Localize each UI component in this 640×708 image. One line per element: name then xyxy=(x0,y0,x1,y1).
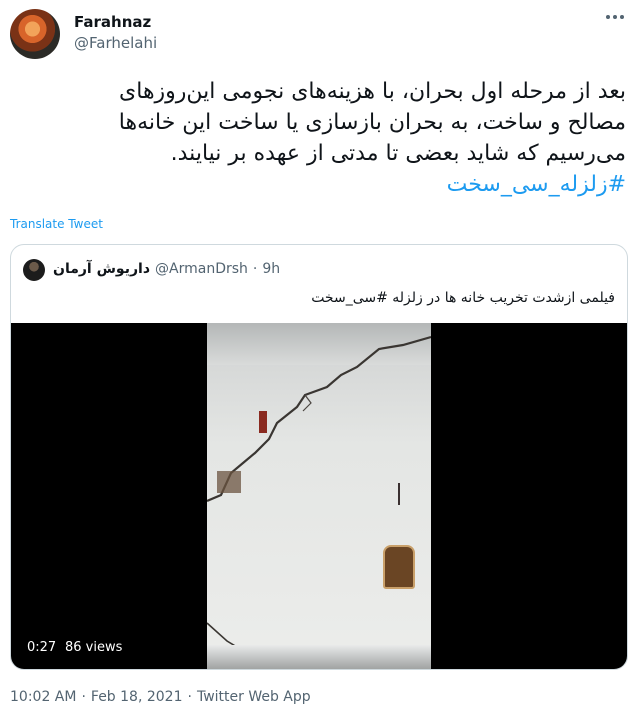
quoted-author-name[interactable]: داریوش آرمان xyxy=(53,260,150,278)
quoted-text: فیلمی ازشدت تخریب خانه ها در زلزله #سی_س… xyxy=(311,290,615,306)
tweet-text: بعد از مرحله اول بحران، با هزینه‌های نجو… xyxy=(118,79,626,166)
tweet-hashtag[interactable]: #زلزله_سی_سخت xyxy=(447,172,626,197)
tweet-date[interactable]: Feb 18, 2021 xyxy=(91,688,183,706)
footer-separator: · xyxy=(187,689,192,705)
wall-crack-graphic xyxy=(207,335,431,669)
video-views: 86 views xyxy=(65,640,123,655)
tweet-body: بعد از مرحله اول بحران، با هزینه‌های نجو… xyxy=(14,76,626,200)
video-wall-picture xyxy=(383,545,415,589)
tweet-time[interactable]: 10:02 AM xyxy=(10,688,76,706)
video-duration: 0:27 xyxy=(27,640,57,655)
tweet-source[interactable]: Twitter Web App xyxy=(197,688,311,706)
author-name[interactable]: Farahnaz xyxy=(74,13,151,31)
video-floor xyxy=(207,645,431,669)
video-frame xyxy=(207,323,431,669)
author-handle[interactable]: @Farhelahi xyxy=(74,34,157,52)
quoted-time[interactable]: 9h xyxy=(262,260,280,278)
tweet-footer: 10:02 AM · Feb 18, 2021 · Twitter Web Ap… xyxy=(10,688,311,706)
more-options-icon[interactable] xyxy=(602,8,628,26)
quoted-author-handle: @ArmanDrsh xyxy=(155,261,248,277)
video-player[interactable]: 0:27 86 views xyxy=(11,323,627,669)
footer-separator: · xyxy=(81,689,86,705)
quoted-tweet[interactable]: داریوش آرمان @ArmanDrsh · 9h فیلمی ازشدت… xyxy=(10,244,628,670)
quoted-header: داریوش آرمان @ArmanDrsh · 9h xyxy=(53,260,280,278)
quoted-separator: · xyxy=(252,261,258,277)
author-avatar[interactable] xyxy=(10,9,60,59)
translate-tweet-link[interactable]: Translate Tweet xyxy=(10,217,103,231)
quoted-avatar[interactable] xyxy=(23,259,45,281)
